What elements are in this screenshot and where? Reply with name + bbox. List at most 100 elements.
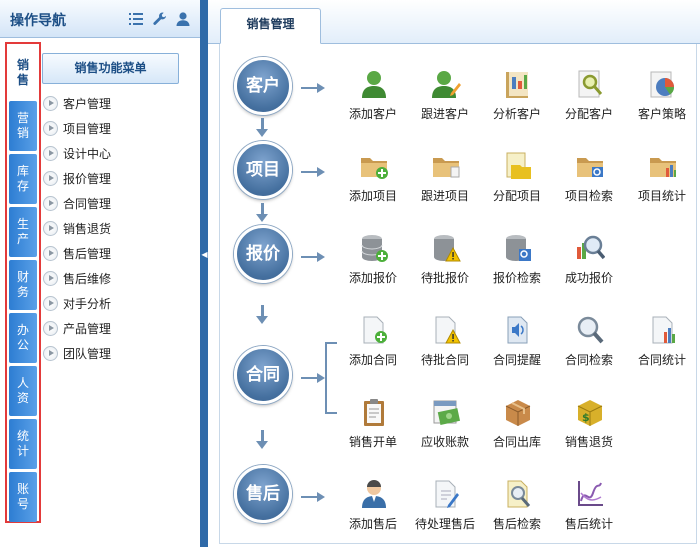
menu-item-label: 对手分析	[63, 296, 112, 311]
pending-aftersale-button[interactable]: 待处理售后	[409, 479, 481, 539]
menu-item-contract-management[interactable]: 合同管理	[43, 194, 111, 212]
menu-item-aftersale-management[interactable]: 售后管理	[43, 244, 111, 262]
category-tab-hr[interactable]: 人资	[9, 366, 37, 416]
menu-item-design-center[interactable]: 设计中心	[43, 144, 111, 162]
func-label: 售后统计	[564, 517, 613, 531]
add-aftersale-button[interactable]: 添加售后	[337, 479, 409, 539]
contract-reminder-button[interactable]: 合同提醒	[481, 315, 553, 375]
category-tab-finance[interactable]: 财务	[9, 260, 37, 310]
flow-arrow-down	[256, 118, 268, 137]
database-add-icon	[359, 233, 389, 263]
category-tab-production[interactable]: 生产	[9, 207, 37, 257]
successful-quote-button[interactable]: 成功报价	[553, 233, 625, 293]
category-label: 人资	[16, 376, 29, 405]
menu-item-customer-management[interactable]: 客户管理	[43, 94, 111, 112]
menu-item-aftersale-repair[interactable]: 售后维修	[43, 269, 111, 287]
splitter-bar[interactable]	[200, 0, 208, 547]
stage-quote[interactable]: 报价	[234, 225, 292, 283]
func-label: 合同提醒	[492, 353, 541, 367]
func-label: 添加客户	[348, 107, 397, 121]
func-label: 项目统计	[637, 189, 686, 203]
menu-item-label: 产品管理	[63, 321, 112, 336]
add-contract-button[interactable]: 添加合同	[337, 315, 409, 375]
category-label: 账号	[16, 482, 29, 511]
menu-item-label: 客户管理	[63, 96, 112, 111]
receivables-button[interactable]: 应收账款	[409, 397, 481, 457]
menu-item-quote-management[interactable]: 报价管理	[43, 169, 111, 187]
sales-return-button[interactable]: $ 销售退货	[553, 397, 625, 457]
add-customer-button[interactable]: 添加客户	[337, 69, 409, 129]
flow-arrow-down	[256, 203, 268, 222]
menu-item-label: 售后管理	[63, 246, 112, 261]
category-tab-inventory[interactable]: 库存	[9, 154, 37, 204]
stage-aftersale[interactable]: 售后	[234, 465, 292, 523]
category-label: 销售	[16, 58, 29, 87]
aftersale-statistics-button[interactable]: 售后统计	[553, 479, 625, 539]
menu-item-competitor-analysis[interactable]: 对手分析	[43, 294, 111, 312]
play-arrow-icon	[43, 170, 58, 186]
menu-item-project-management[interactable]: 项目管理	[43, 119, 111, 137]
assign-project-button[interactable]: 分配项目	[481, 151, 553, 211]
pending-contract-button[interactable]: 待批合同	[409, 315, 481, 375]
magnifier-doc-icon	[575, 69, 605, 99]
func-label: 添加项目	[348, 189, 397, 203]
document-chart-icon	[648, 315, 678, 345]
menu-item-sales-return[interactable]: 销售退货	[43, 219, 111, 237]
func-label: 跟进项目	[420, 189, 469, 203]
func-label: 销售开单	[348, 435, 397, 449]
add-project-button[interactable]: 添加项目	[337, 151, 409, 211]
menu-item-label: 销售退货	[63, 221, 112, 236]
list-icon[interactable]	[128, 11, 144, 27]
category-tab-office[interactable]: 办公	[9, 313, 37, 363]
func-label: 合同检索	[564, 353, 613, 367]
search-project-button[interactable]: 项目检索	[553, 151, 625, 211]
category-tab-sales[interactable]: 销售	[9, 48, 37, 98]
line-chart-icon	[575, 479, 605, 509]
func-label: 分配客户	[564, 107, 613, 121]
folder-search-icon	[575, 151, 605, 181]
category-tab-account[interactable]: 账号	[9, 472, 37, 522]
project-statistics-button[interactable]: 项目统计	[626, 151, 698, 211]
collapse-arrow-icon[interactable]: ◀	[201, 248, 208, 262]
flow-arrow-right	[301, 492, 325, 502]
follow-customer-button[interactable]: 跟进客户	[409, 69, 481, 129]
category-tab-statistics[interactable]: 统计	[9, 419, 37, 469]
play-arrow-icon	[43, 195, 58, 211]
category-label: 生产	[16, 217, 29, 246]
search-aftersale-button[interactable]: 售后检索	[481, 479, 553, 539]
analyze-customer-button[interactable]: 分析客户	[481, 69, 553, 129]
play-arrow-icon	[43, 145, 58, 161]
menu-item-label: 项目管理	[63, 121, 112, 136]
document-warning-icon	[431, 315, 461, 345]
customer-strategy-button[interactable]: 客户策略	[626, 69, 698, 129]
pie-chart-icon	[648, 69, 678, 99]
tab-bar: 销售管理	[208, 0, 700, 44]
add-quote-button[interactable]: 添加报价	[337, 233, 409, 293]
category-label: 财务	[16, 270, 29, 299]
contract-outbound-button[interactable]: 合同出库	[481, 397, 553, 457]
wrench-icon[interactable]	[152, 11, 168, 27]
sales-order-button[interactable]: 销售开单	[337, 397, 409, 457]
search-contract-button[interactable]: 合同检索	[553, 315, 625, 375]
play-arrow-icon	[43, 345, 58, 361]
tab-sales-management[interactable]: 销售管理	[220, 8, 321, 44]
category-tab-marketing[interactable]: 营销	[9, 101, 37, 151]
stage-customer[interactable]: 客户	[234, 57, 292, 115]
follow-project-button[interactable]: 跟进项目	[409, 151, 481, 211]
stage-contract[interactable]: 合同	[234, 346, 292, 404]
assign-customer-button[interactable]: 分配客户	[553, 69, 625, 129]
document-search-icon	[503, 479, 533, 509]
user-icon[interactable]	[175, 11, 191, 27]
nav-title: 操作导航	[10, 13, 66, 29]
menu-title: 销售功能菜单	[42, 53, 179, 84]
menu-item-team-management[interactable]: 团队管理	[43, 344, 111, 362]
pending-quote-button[interactable]: 待批报价	[409, 233, 481, 293]
speaker-document-icon	[503, 315, 533, 345]
stage-project[interactable]: 项目	[234, 141, 292, 199]
contract-statistics-button[interactable]: 合同统计	[626, 315, 698, 375]
func-label: 项目检索	[564, 189, 613, 203]
search-quote-button[interactable]: 报价检索	[481, 233, 553, 293]
func-label: 添加合同	[348, 353, 397, 367]
menu-item-product-management[interactable]: 产品管理	[43, 319, 111, 337]
menu-item-label: 团队管理	[63, 346, 112, 361]
